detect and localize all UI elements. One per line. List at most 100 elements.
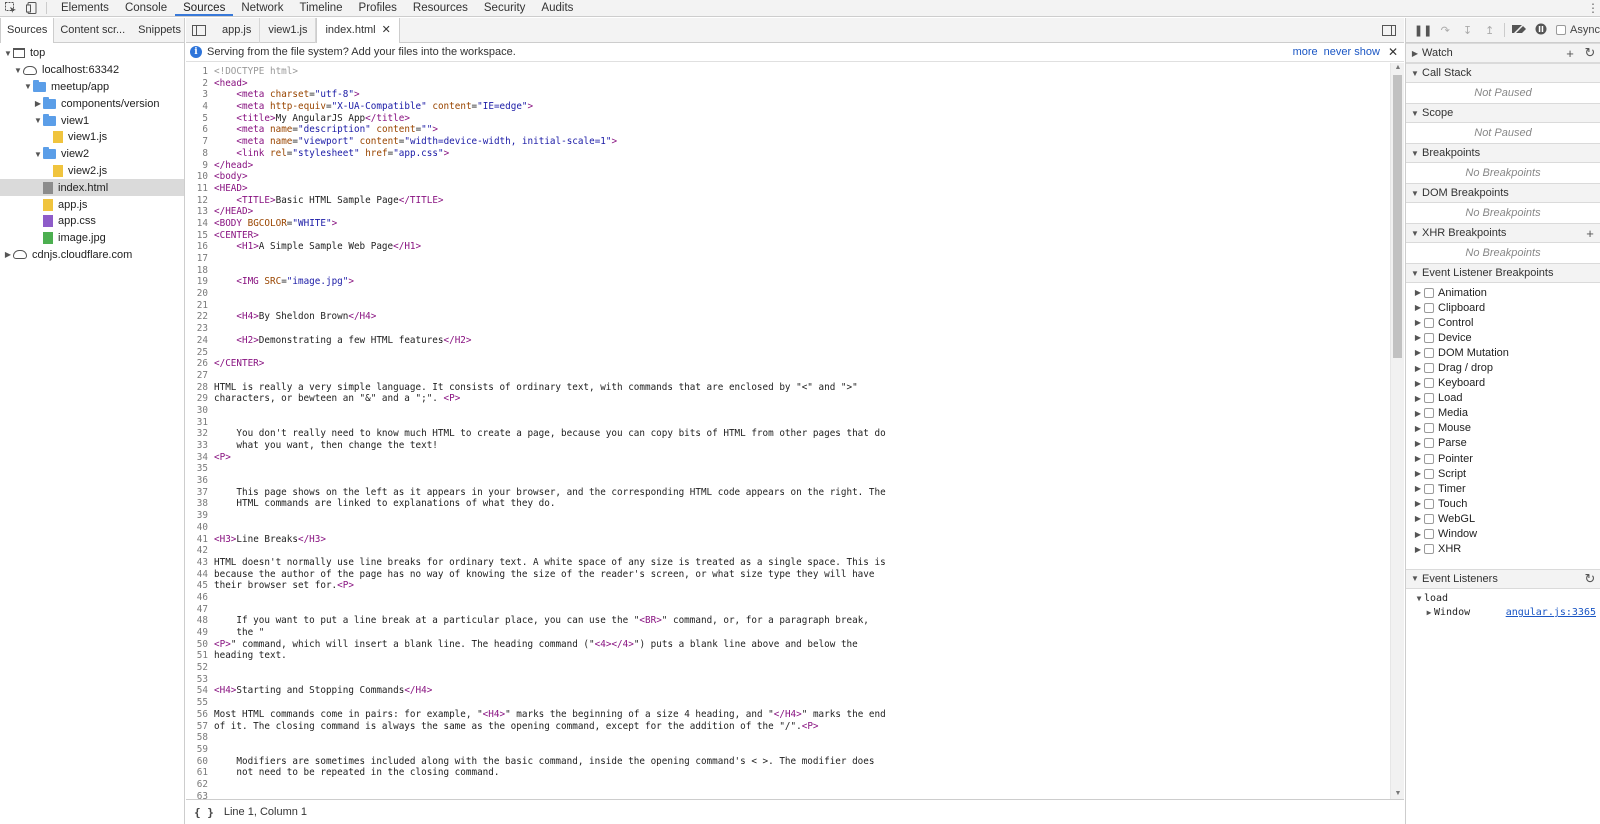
refresh-icon[interactable]: ↻ <box>1580 571 1600 587</box>
code-line[interactable]: </CENTER> <box>214 358 1364 370</box>
code-line[interactable]: their browser set for.<P> <box>214 580 1364 592</box>
event-category-keyboard[interactable]: ▶ Keyboard <box>1406 376 1600 391</box>
call-stack-pane-header[interactable]: ▼ Call Stack <box>1406 63 1600 83</box>
code-line[interactable]: <TITLE>Basic HTML Sample Page</TITLE> <box>214 195 1364 207</box>
code-line[interactable]: </head> <box>214 160 1364 172</box>
infobar-never-show-link[interactable]: never show <box>1324 46 1380 58</box>
line-number[interactable]: 13 <box>186 206 210 218</box>
navigator-tab-sources[interactable]: Sources <box>0 17 55 43</box>
tree-item-view2-js[interactable]: view2.js <box>0 163 184 180</box>
line-number[interactable]: 27 <box>186 370 210 382</box>
checkbox[interactable] <box>1424 317 1434 328</box>
tree-item-localhost-63342[interactable]: ▼ localhost:63342 <box>0 62 184 79</box>
event-category-mouse[interactable]: ▶ Mouse <box>1406 421 1600 436</box>
code-line[interactable]: ​ <box>214 253 1364 265</box>
event-category-xhr[interactable]: ▶ XHR <box>1406 542 1600 557</box>
tab-audits[interactable]: Audits <box>533 0 581 16</box>
line-number[interactable]: 53 <box>186 674 210 686</box>
code-line[interactable]: </HEAD> <box>214 206 1364 218</box>
expand-icon[interactable]: ▶ <box>1412 424 1424 433</box>
line-number[interactable]: 46 <box>186 592 210 604</box>
code-line[interactable]: HTML doesn't normally use line breaks fo… <box>214 557 1364 569</box>
expand-icon[interactable]: ▶ <box>1412 439 1424 448</box>
event-category-window[interactable]: ▶ Window <box>1406 527 1600 542</box>
expand-icon[interactable]: ▶ <box>1412 514 1424 523</box>
line-number[interactable]: 47 <box>186 604 210 616</box>
line-number[interactable]: 29 <box>186 393 210 405</box>
code-line[interactable]: ​ <box>214 300 1364 312</box>
code-line[interactable]: ​ <box>214 592 1364 604</box>
line-number[interactable]: 35 <box>186 463 210 475</box>
scroll-down-icon[interactable]: ▼ <box>1391 789 1405 799</box>
code-line[interactable]: ​ <box>214 744 1364 756</box>
line-number[interactable]: 8 <box>186 148 210 160</box>
code-line[interactable]: Modifiers are sometimes included along w… <box>214 756 1364 768</box>
checkbox[interactable] <box>1424 438 1434 449</box>
checkbox[interactable] <box>1424 378 1434 389</box>
code-line[interactable]: <meta name="description" content=""> <box>214 124 1364 136</box>
expand-icon[interactable]: ▶ <box>3 250 13 259</box>
line-number[interactable]: 40 <box>186 522 210 534</box>
line-number[interactable]: 51 <box>186 650 210 662</box>
code-line[interactable]: <body> <box>214 171 1364 183</box>
expand-icon[interactable]: ▶ <box>1412 484 1424 493</box>
event-category-drag-drop[interactable]: ▶ Drag / drop <box>1406 360 1600 375</box>
listener-source-link[interactable]: angular.js:3365 <box>1506 607 1596 618</box>
line-number[interactable]: 12 <box>186 195 210 207</box>
line-number[interactable]: 43 <box>186 557 210 569</box>
code-line[interactable]: <head> <box>214 78 1364 90</box>
expand-icon[interactable]: ▶ <box>1412 348 1424 357</box>
checkbox[interactable] <box>1424 498 1434 509</box>
pause-on-exceptions-icon[interactable] <box>1530 23 1552 38</box>
dom-breakpoints-pane-header[interactable]: ▼ DOM Breakpoints <box>1406 183 1600 203</box>
async-checkbox[interactable]: Async <box>1556 24 1600 36</box>
tab-profiles[interactable]: Profiles <box>351 0 405 16</box>
code-line[interactable]: ​ <box>214 323 1364 335</box>
code-line[interactable]: ​ <box>214 604 1364 616</box>
tree-item-components-version[interactable]: ▶ components/version <box>0 95 184 112</box>
code-line[interactable]: ​ <box>214 697 1364 709</box>
code-line[interactable]: ​ <box>214 522 1364 534</box>
checkbox[interactable] <box>1424 453 1434 464</box>
code-line[interactable]: ​ <box>214 288 1364 300</box>
code-line[interactable]: <CENTER> <box>214 230 1364 242</box>
line-number[interactable]: 10 <box>186 171 210 183</box>
code-line[interactable]: <P> <box>214 452 1364 464</box>
xhr-breakpoints-pane-header[interactable]: ▼ XHR Breakpoints + <box>1406 223 1600 243</box>
toggle-navigator-icon[interactable] <box>192 24 206 36</box>
line-number[interactable]: 2 <box>186 78 210 90</box>
line-number[interactable]: 32 <box>186 428 210 440</box>
event-category-dom-mutation[interactable]: ▶ DOM Mutation <box>1406 345 1600 360</box>
code-line[interactable]: <link rel="stylesheet" href="app.css"> <box>214 148 1364 160</box>
tree-item-view2[interactable]: ▼ view2 <box>0 146 184 163</box>
code-line[interactable]: the " <box>214 627 1364 639</box>
line-number[interactable]: 38 <box>186 498 210 510</box>
line-number[interactable]: 16 <box>186 241 210 253</box>
checkbox[interactable] <box>1424 513 1434 524</box>
code-line[interactable]: <H3>Line Breaks</H3> <box>214 534 1364 546</box>
line-number[interactable]: 52 <box>186 662 210 674</box>
event-category-script[interactable]: ▶ Script <box>1406 466 1600 481</box>
device-mode-icon[interactable] <box>21 0 42 16</box>
tab-network[interactable]: Network <box>233 0 291 16</box>
expand-icon[interactable]: ▶ <box>1412 545 1424 554</box>
editor-scrollbar[interactable]: ▲ ▼ <box>1390 63 1404 799</box>
event-category-control[interactable]: ▶ Control <box>1406 315 1600 330</box>
step-into-icon[interactable]: ↧ <box>1456 24 1478 37</box>
line-number[interactable]: 34 <box>186 452 210 464</box>
add-watch-icon[interactable]: + <box>1560 46 1580 61</box>
expand-icon[interactable]: ▶ <box>33 99 43 108</box>
line-number[interactable]: 30 <box>186 405 210 417</box>
expand-icon[interactable]: ▶ <box>1412 303 1424 312</box>
kebab-menu-icon[interactable]: ⋮ <box>1586 0 1600 16</box>
line-number[interactable]: 42 <box>186 545 210 557</box>
code-line[interactable]: ​ <box>214 417 1364 429</box>
inspect-icon[interactable] <box>0 0 21 16</box>
line-number[interactable]: 49 <box>186 627 210 639</box>
code-line[interactable]: <P>" command, which will insert a blank … <box>214 639 1364 651</box>
code-line[interactable]: ​ <box>214 370 1364 382</box>
close-icon[interactable]: ✕ <box>382 18 391 42</box>
tree-item-cdnjs-cloudflare-com[interactable]: ▶ cdnjs.cloudflare.com <box>0 247 184 264</box>
code-line[interactable]: Most HTML commands come in pairs: for ex… <box>214 709 1364 721</box>
event-category-pointer[interactable]: ▶ Pointer <box>1406 451 1600 466</box>
